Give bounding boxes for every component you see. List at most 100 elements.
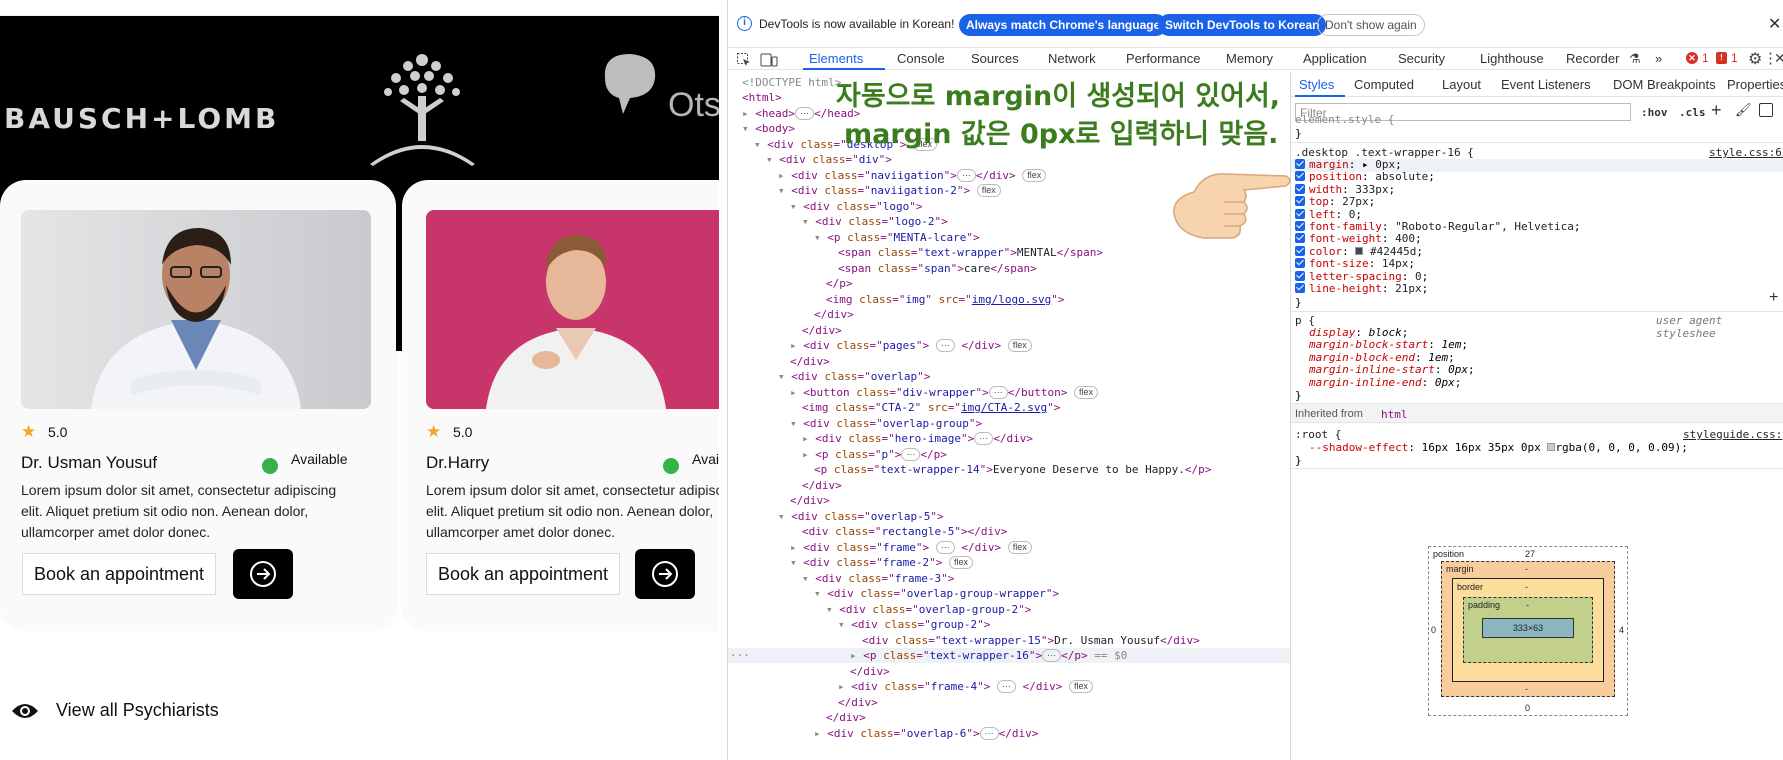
root-source-link[interactable]: styleguide.css:: [1683, 428, 1782, 441]
dom-rectangle-5[interactable]: <div class="rectangle-5"></div>: [802, 524, 1007, 539]
dom-overlap-group-2[interactable]: ▾ <div class="overlap-group-2">: [826, 602, 1031, 617]
checkbox-icon: [1295, 221, 1305, 232]
dom-div-close[interactable]: </div>: [802, 478, 842, 493]
dom-div-close[interactable]: </div>: [850, 664, 890, 679]
device-toolbar-icon[interactable]: [760, 52, 778, 68]
tab-performance[interactable]: Performance: [1126, 51, 1200, 66]
dom-div-close[interactable]: </div>: [802, 323, 842, 338]
issue-count[interactable]: 1: [1731, 51, 1738, 65]
devtools-panel: i DevTools is now available in Korean! A…: [727, 0, 1783, 760]
dom-span-mental[interactable]: <span class="text-wrapper">MENTAL</span>: [838, 245, 1103, 260]
dom-frame-4[interactable]: ▸ <div class="frame-4"> ··· </div> flex: [838, 679, 1093, 694]
tab-styles[interactable]: Styles: [1299, 77, 1334, 92]
tab-console[interactable]: Console: [897, 51, 945, 66]
paint-brush-icon[interactable]: 🖌: [1735, 102, 1752, 118]
settings-gear-icon[interactable]: ⚙: [1748, 49, 1762, 69]
switch-korean-button[interactable]: Switch DevTools to Korean: [1158, 14, 1327, 36]
dom-logo[interactable]: ▾ <div class="logo">: [790, 199, 923, 214]
view-all-link[interactable]: View all Psychiarists: [10, 700, 219, 721]
dom-pages[interactable]: ▸ <div class="pages"> ··· </div> flex: [790, 338, 1032, 353]
tab-recorder[interactable]: Recorder: [1566, 51, 1619, 66]
error-count[interactable]: 1: [1702, 51, 1709, 65]
add-declaration-plus-icon[interactable]: +: [1769, 289, 1778, 307]
tab-security[interactable]: Security: [1398, 51, 1445, 66]
dom-div-close[interactable]: </div>: [838, 695, 878, 710]
tab-dom-breakpoints[interactable]: DOM Breakpoints: [1613, 77, 1716, 92]
checkbox-icon: [1295, 283, 1305, 294]
checkbox-icon: [1295, 196, 1305, 207]
class-toggle[interactable]: .cls: [1679, 106, 1706, 119]
tab-network[interactable]: Network: [1048, 51, 1096, 66]
dom-button[interactable]: ▸ <button class="div-wrapper"> ··· </butto…: [790, 385, 1098, 400]
doctor-photo: [21, 210, 371, 409]
dom-overlap-group[interactable]: ▾ <div class="overlap-group">: [790, 416, 982, 431]
dom-p-close[interactable]: </p>: [826, 276, 853, 291]
dom-img-cta[interactable]: <img class="CTA-2" src="img/CTA-2.svg">: [802, 400, 1060, 415]
rule-source-link[interactable]: style.css:62: [1709, 146, 1783, 159]
inspect-element-icon[interactable]: [736, 52, 752, 68]
dom-overlap-group-wrapper[interactable]: ▾ <div class="overlap-group-wrapper">: [814, 586, 1059, 601]
dom-text-wrapper-14[interactable]: <p class="text-wrapper-14">Everyone Dese…: [814, 462, 1211, 477]
dom-overlap[interactable]: ▾ <div class="overlap">: [778, 369, 930, 384]
match-language-button[interactable]: Always match Chrome's language: [959, 14, 1168, 36]
star-icon: ★: [21, 422, 37, 441]
hover-state-toggle[interactable]: :hov: [1641, 106, 1668, 119]
close-infobar-icon[interactable]: ✕: [1768, 14, 1781, 34]
color-swatch: [1355, 246, 1364, 255]
dom-overlap-6[interactable]: ▸ <div class="overlap-6"> ··· </div>: [814, 726, 1038, 741]
tab-layout[interactable]: Layout: [1442, 77, 1481, 92]
dom-mental-p[interactable]: ▾ <p class="MENTA-lcare">: [814, 230, 980, 245]
dom-overlap-5[interactable]: ▾ <div class="overlap-5">: [778, 509, 944, 524]
checkbox-icon: [1295, 183, 1305, 194]
book-appointment-button[interactable]: Book an appointment: [426, 553, 620, 595]
arrow-circle-icon: [250, 561, 276, 587]
dont-show-again-button[interactable]: Don't show again: [1317, 14, 1425, 36]
tab-computed[interactable]: Computed: [1354, 77, 1414, 92]
dom-doctype[interactable]: <!DOCTYPE html>: [742, 75, 841, 90]
dom-div-close[interactable]: </div>: [814, 307, 854, 322]
dom-frame-3[interactable]: ▾ <div class="frame-3">: [802, 571, 954, 586]
tab-properties[interactable]: Properties: [1727, 77, 1783, 92]
tab-application[interactable]: Application: [1303, 51, 1367, 66]
new-rule-plus-icon[interactable]: +: [1711, 100, 1722, 121]
dom-body[interactable]: ▾ <body>: [742, 121, 795, 136]
dom-div[interactable]: ▾ <div class="div">: [766, 152, 892, 167]
book-appointment-button[interactable]: Book an appointment: [22, 553, 216, 595]
dom-frame[interactable]: ▸ <div class="frame"> ··· </div> flex: [790, 540, 1032, 555]
doctor-card: ★ 5.0 Dr. Usman Yousuf Available Lorem i…: [0, 180, 396, 630]
dom-text-wrapper-16-selected[interactable]: ▸ <p class="text-wrapper-16"> ··· </p> == …: [850, 648, 1127, 663]
dom-hero-image[interactable]: ▸ <div class="hero-image"> ··· </div>: [802, 431, 1033, 446]
bubble-logo-icon: [604, 54, 656, 114]
card-arrow-button[interactable]: [233, 549, 293, 599]
styles-tab-indicator: [1295, 95, 1345, 97]
dom-frame-2[interactable]: ▾ <div class="frame-2"> flex: [790, 555, 973, 570]
rating-value: 5.0: [48, 424, 68, 440]
dom-text-wrapper-15[interactable]: <div class="text-wrapper-15">Dr. Usman Y…: [862, 633, 1200, 648]
dom-logo-2[interactable]: ▾ <div class="logo-2">: [802, 214, 948, 229]
dom-navigation-2[interactable]: ▾ <div class="naviigation-2"> flex: [778, 183, 1001, 198]
available-status-dot: [262, 458, 278, 474]
dom-div-close[interactable]: </div>: [826, 710, 866, 725]
availability-label: Avai: [692, 451, 719, 467]
card-arrow-button[interactable]: [635, 549, 695, 599]
dom-img-logo[interactable]: <img class="img" src="img/logo.svg">: [826, 292, 1064, 307]
sidebar-toggle-icon[interactable]: [1759, 103, 1773, 117]
dom-div-close[interactable]: </div>: [790, 354, 830, 369]
tree-logo-icon: [370, 54, 475, 166]
close-devtools-icon[interactable]: ✕: [1774, 50, 1783, 67]
decl-line-height[interactable]: line-height: 21px;: [1295, 282, 1581, 295]
dom-p[interactable]: ▸ <p class="p"> ··· </p>: [802, 447, 947, 462]
root-selector: :root {: [1295, 428, 1342, 441]
tab-lighthouse[interactable]: Lighthouse: [1480, 51, 1544, 66]
dom-navigation[interactable]: ▸ <div class="naviigation"> ··· </div> fle…: [778, 168, 1047, 183]
tab-elements[interactable]: Elements: [809, 51, 863, 66]
dom-div-close[interactable]: </div>: [790, 493, 830, 508]
more-tabs-button[interactable]: »: [1655, 51, 1662, 66]
dom-span-care[interactable]: <span class="span">care</span>: [838, 261, 1037, 276]
decl-top[interactable]: top: 27px;: [1295, 195, 1581, 208]
tab-memory[interactable]: Memory: [1226, 51, 1273, 66]
tab-event-listeners[interactable]: Event Listeners: [1501, 77, 1591, 92]
dom-html[interactable]: <html>: [742, 90, 782, 105]
tab-sources[interactable]: Sources: [971, 51, 1019, 66]
dom-group-2[interactable]: ▾ <div class="group-2">: [838, 617, 990, 632]
